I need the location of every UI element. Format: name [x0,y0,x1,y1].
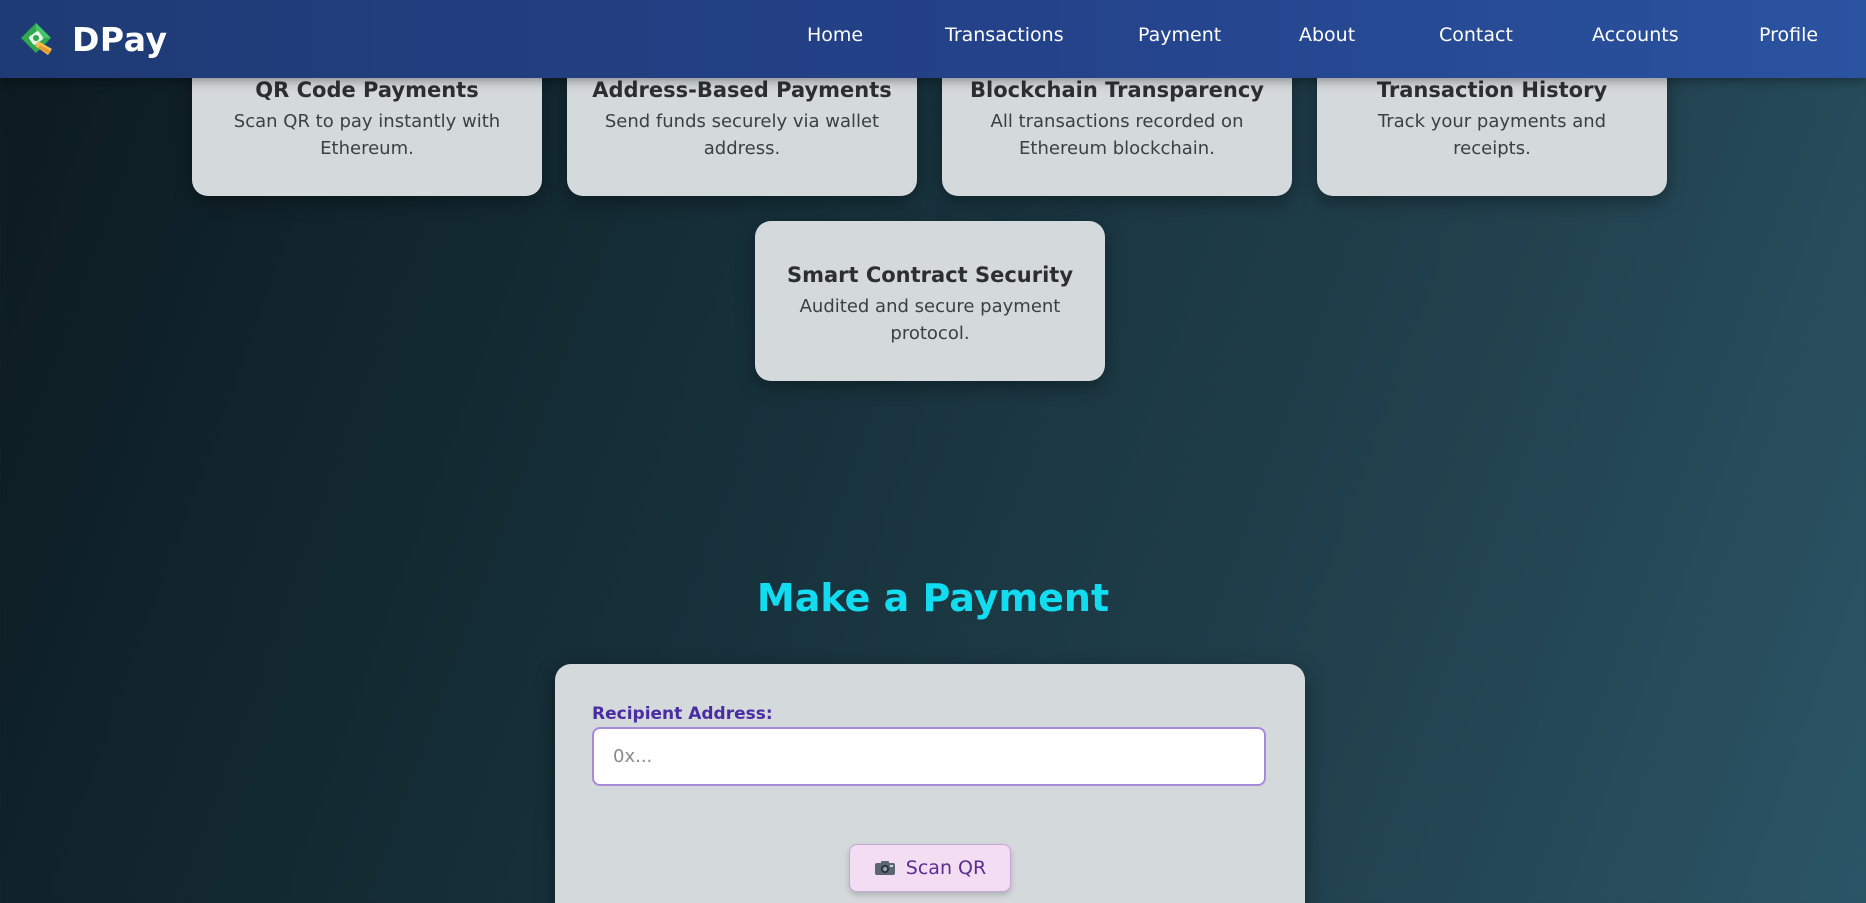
nav-link-transactions[interactable]: Transactions [945,24,1064,50]
feature-card-description: Send funds securely via wallet address. [604,111,880,159]
brand-name: DPay [72,19,168,59]
nav-link-profile[interactable]: Profile [1759,24,1818,50]
feature-card-description: All transactions recorded on Ethereum bl… [990,111,1244,159]
recipient-address-input[interactable] [592,727,1266,786]
recipient-address-label: Recipient Address: [592,704,773,724]
feature-card-title: Blockchain Transparency [970,78,1264,102]
feature-card-title: Smart Contract Security [786,263,1074,287]
feature-card-smart-contract-security: Smart Contract Security Audited and secu… [755,221,1105,381]
feature-card-title: Address-Based Payments [592,78,892,102]
feature-card-title: Transaction History [1376,78,1608,102]
scan-qr-button[interactable]: Scan QR [849,844,1011,892]
nav-link-accounts[interactable]: Accounts [1592,24,1679,50]
payment-form: Recipient Address: Scan QR [555,664,1305,903]
feature-card-title: QR Code Payments [255,78,479,102]
navbar: DPay Home Transactions Payment About Con… [0,0,1866,78]
brand[interactable]: DPay [18,18,167,60]
nav-link-about[interactable]: About [1299,24,1355,50]
feature-card-description: Audited and secure payment protocol. [799,296,1061,344]
money-diamond-icon [18,21,54,57]
nav-link-contact[interactable]: Contact [1439,24,1513,50]
camera-icon [874,860,896,876]
nav-link-payment[interactable]: Payment [1138,24,1221,50]
nav-link-home[interactable]: Home [807,24,863,50]
payment-section-title: Make a Payment [756,576,1110,620]
scan-qr-label: Scan QR [905,857,987,879]
feature-card-description: Track your payments and receipts. [1377,111,1607,159]
feature-card-description: Scan QR to pay instantly with Ethereum. [233,111,501,159]
